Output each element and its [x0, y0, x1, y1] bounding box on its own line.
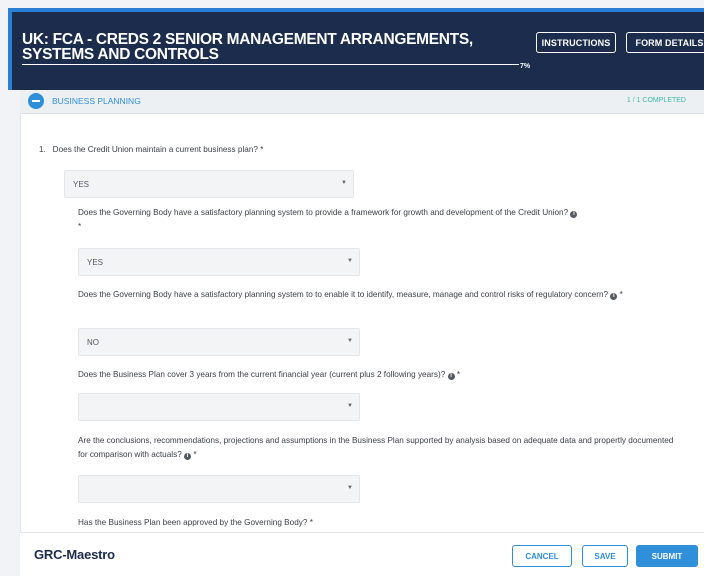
selected-value: YES	[87, 258, 104, 267]
required-marker: *	[260, 145, 264, 154]
selected-value: YES	[73, 180, 90, 189]
progress-bar	[22, 64, 519, 65]
info-circle-icon[interactable]: i	[184, 453, 192, 460]
answer-select-1c[interactable]: ▼	[78, 393, 360, 421]
required-marker: *	[619, 290, 623, 299]
section-title: BUSINESS PLANNING	[52, 96, 141, 106]
caret-down-icon: ▼	[347, 258, 353, 264]
required-marker: *	[193, 450, 197, 459]
question-text: Are the conclusions, recommendations, pr…	[78, 436, 674, 459]
question-1a: Does the Governing Body have a satisfact…	[78, 206, 678, 234]
app-frame: UK: FCA - CREDS 2 SENIOR MANAGEMENT ARRA…	[0, 0, 704, 576]
question-1d: Are the conclusions, recommendations, pr…	[78, 434, 678, 462]
question-number: 1.	[39, 145, 46, 154]
form-title: UK: FCA - CREDS 2 SENIOR MANAGEMENT ARRA…	[22, 31, 473, 63]
question-text: Has the Business Plan been approved by t…	[78, 518, 308, 527]
grc-maestro-logo: GRC-Maestro	[34, 547, 115, 562]
section-header-business-planning[interactable]: BUSINESS PLANNING 1 / 1 COMPLETED	[20, 90, 704, 114]
answer-select-1[interactable]: YES ▼	[64, 170, 354, 198]
selected-value: NO	[87, 338, 99, 347]
save-button[interactable]: SAVE	[582, 545, 628, 567]
question-1e: Has the Business Plan been approved by t…	[78, 516, 678, 530]
submit-button[interactable]: SUBMIT	[636, 545, 698, 567]
minus-circle-icon[interactable]	[28, 93, 44, 109]
progress-percent: 7%	[520, 63, 531, 70]
caret-down-icon: ▼	[347, 485, 353, 491]
question-1c: Does the Business Plan cover 3 years fro…	[78, 368, 678, 382]
question-text: Does the Governing Body have a satisfact…	[78, 290, 609, 299]
answer-select-1b[interactable]: NO ▼	[78, 328, 360, 356]
info-circle-icon[interactable]: i	[570, 211, 578, 218]
required-marker: *	[309, 518, 313, 527]
cancel-button[interactable]: CANCEL	[512, 545, 572, 567]
question-text: Does the Governing Body have a satisfact…	[78, 208, 569, 217]
answer-select-1a[interactable]: YES ▼	[78, 248, 360, 276]
form-header: UK: FCA - CREDS 2 SENIOR MANAGEMENT ARRA…	[8, 8, 704, 90]
question-text: Does the Credit Union maintain a current…	[52, 145, 258, 154]
section-completion-status: 1 / 1 COMPLETED	[626, 97, 686, 104]
required-marker: *	[78, 222, 82, 231]
form-footer: GRC-Maestro CANCEL SAVE SUBMIT	[20, 532, 704, 576]
question-1b: Does the Governing Body have a satisfact…	[78, 288, 678, 302]
question-text: Does the Business Plan cover 3 years fro…	[78, 370, 446, 379]
required-marker: *	[456, 370, 460, 379]
info-circle-icon[interactable]: i	[447, 373, 455, 380]
instructions-button[interactable]: INSTRUCTIONS	[536, 32, 616, 53]
logo-maestro: -Maestro	[62, 547, 115, 562]
question-1: 1. Does the Credit Union maintain a curr…	[39, 143, 639, 157]
logo-grc: GRC	[34, 547, 63, 562]
caret-down-icon: ▼	[341, 180, 347, 186]
caret-down-icon: ▼	[347, 403, 353, 409]
caret-down-icon: ▼	[347, 338, 353, 344]
form-content: 1. Does the Credit Union maintain a curr…	[20, 114, 704, 532]
answer-select-1d[interactable]: ▼	[78, 475, 360, 503]
info-circle-icon[interactable]: i	[610, 293, 618, 300]
form-details-button[interactable]: FORM DETAILS	[626, 32, 704, 53]
